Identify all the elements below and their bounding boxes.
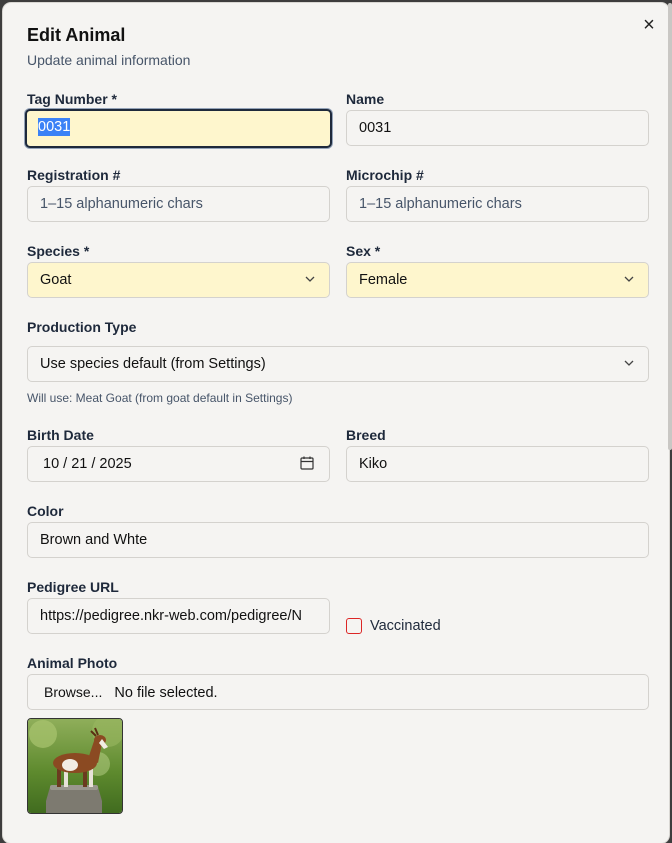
breed-label: Breed [346,427,386,443]
goat-photo [28,719,122,813]
name-value: 0031 [359,120,392,136]
registration-label: Registration # [27,167,121,183]
chevron-down-icon [305,276,315,282]
color-value: Brown and Whte [40,532,148,548]
sex-value: Female [359,272,408,288]
name-input[interactable]: 0031 [346,110,649,146]
production-type-label: Production Type [27,319,137,335]
pedigree-url-label: Pedigree URL [27,579,119,595]
pedigree-url-value: https://pedigree.nkr-web.com/pedigree/N [40,608,302,624]
chevron-down-icon [624,360,634,366]
registration-input[interactable]: 1–15 alphanumeric chars [27,186,330,222]
birth-date-input[interactable]: 10 / 21 / 2025 [27,446,330,482]
chevron-down-icon [624,276,634,282]
color-input[interactable]: Brown and Whte [27,522,649,558]
production-type-select[interactable]: Use species default (from Settings) [27,346,649,382]
dialog-title: Edit Animal [27,25,126,45]
species-value: Goat [40,272,72,288]
calendar-icon[interactable] [300,456,314,470]
photo-file-input[interactable]: Browse... No file selected. [27,674,649,710]
species-label: Species * [27,243,90,259]
pedigree-url-input[interactable]: https://pedigree.nkr-web.com/pedigree/N [27,598,330,634]
browse-button[interactable]: Browse... [44,684,102,700]
microchip-input[interactable]: 1–15 alphanumeric chars [346,186,649,222]
tag-number-input[interactable]: 0031 [25,109,332,148]
name-label: Name [346,91,385,107]
breed-input[interactable]: Kiko [346,446,649,482]
sex-label: Sex * [346,243,381,259]
tag-number-value: 0031 [38,118,71,136]
production-type-hint: Will use: Meat Goat (from goat default i… [27,391,293,405]
registration-placeholder: 1–15 alphanumeric chars [40,196,203,212]
animal-photo-label: Animal Photo [27,655,118,671]
production-type-value: Use species default (from Settings) [40,356,266,372]
birth-date-value: 10 / 21 / 2025 [43,456,132,472]
animal-photo-thumbnail [27,718,123,814]
dialog-subtitle: Update animal information [27,52,191,68]
color-label: Color [27,503,64,519]
close-icon[interactable]: × [640,15,658,35]
vaccinated-checkbox[interactable] [346,618,362,634]
birth-date-label: Birth Date [27,427,94,443]
microchip-label: Microchip # [346,167,424,183]
sex-select[interactable]: Female [346,262,649,298]
species-select[interactable]: Goat [27,262,330,298]
vaccinated-label[interactable]: Vaccinated [370,618,441,634]
tag-number-label: Tag Number * [27,91,117,107]
breed-value: Kiko [359,456,388,472]
microchip-placeholder: 1–15 alphanumeric chars [359,196,522,212]
file-status: No file selected. [114,685,218,701]
scrollbar[interactable] [668,3,672,450]
